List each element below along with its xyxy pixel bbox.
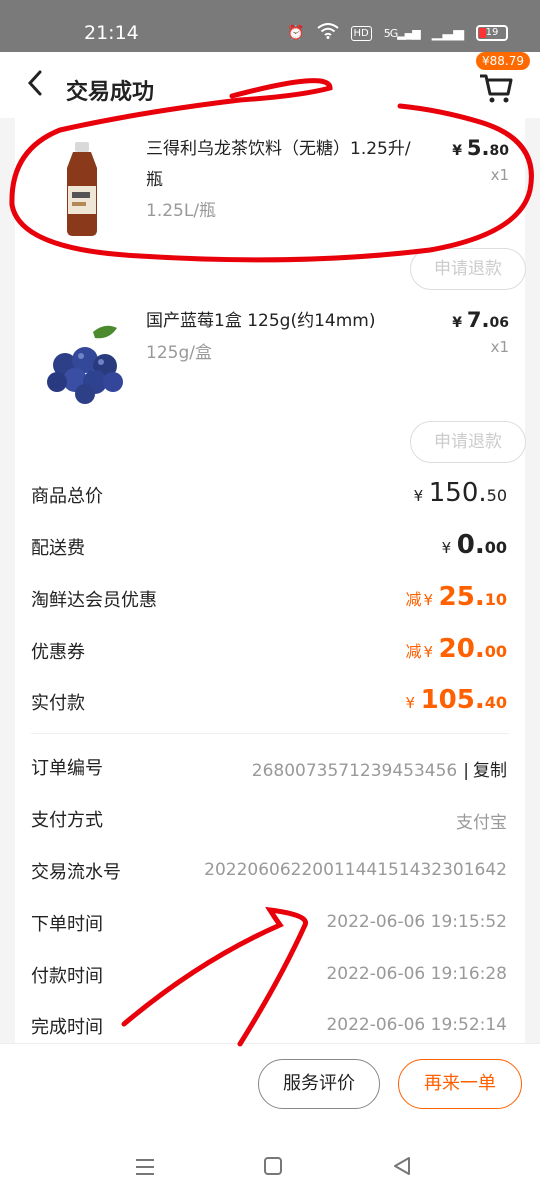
signal-weak-icon: ▁▃▅ — [431, 25, 464, 41]
summary-label: 配送费 — [31, 538, 85, 559]
refund-button[interactable]: 申请退款 — [410, 248, 526, 290]
info-value: 2022-06-06 19:16:28 — [326, 964, 507, 984]
currency: ¥ — [452, 143, 463, 159]
currency: ¥ — [423, 643, 434, 661]
hd-icon: HD — [350, 25, 372, 41]
summary-paid: 实付款 ¥ 105.40 — [31, 685, 507, 719]
amount-decimal: 00 — [484, 538, 507, 557]
review-button[interactable]: 服务评价 — [258, 1059, 380, 1109]
amount-integer: 20. — [438, 634, 485, 664]
product-price: ¥ 5.80 — [452, 136, 509, 160]
product-price: ¥ 7.06 — [452, 308, 509, 332]
price-integer: 5. — [466, 136, 490, 160]
cellular-signal-icon: 5G▂▄▆ — [383, 26, 421, 40]
back-triangle-icon[interactable] — [382, 1151, 422, 1187]
info-label: 完成时间 — [31, 1017, 103, 1038]
summary-delivery: 配送费 ¥ 0.00 — [31, 530, 507, 564]
info-label: 交易流水号 — [31, 862, 121, 883]
info-label: 下单时间 — [31, 914, 103, 935]
cart-button[interactable] — [476, 66, 516, 106]
price-decimal: 80 — [489, 143, 509, 159]
product-name: 国产蓝莓1盒 125g(约14mm) — [146, 311, 376, 331]
chevron-left-icon — [27, 70, 42, 96]
battery-percent: 19 — [485, 27, 499, 38]
order-number: 2680073571239453456 — [251, 761, 458, 781]
product-spec: 125g/盒 — [146, 343, 212, 363]
info-done-time: 完成时间 2022-06-06 19:52:14 — [31, 1013, 507, 1043]
page-title: 交易成功 — [66, 80, 155, 105]
discount-prefix: 减 — [405, 590, 422, 609]
price-integer: 7. — [466, 308, 490, 332]
status-icons: ⏰ HD 5G▂▄▆ ▁▃▅ 19 — [287, 23, 508, 43]
product-item[interactable]: 三得利乌龙茶饮料（无糖）1.25升/瓶 1.25L/瓶 ¥ 5.80 x1 — [15, 118, 525, 258]
price-decimal: 06 — [489, 315, 509, 331]
product-thumbnail — [35, 138, 135, 238]
amount-decimal: 10 — [484, 590, 507, 609]
currency: ¥ — [423, 591, 434, 609]
info-label: 支付方式 — [31, 810, 103, 831]
product-item[interactable]: 国产蓝莓1盒 125g(约14mm) 125g/盒 ¥ 7.06 x1 — [15, 290, 525, 430]
summary-label: 商品总价 — [31, 486, 103, 507]
info-txn-no: 交易流水号 2022060622001144151432301642 — [31, 858, 507, 888]
info-value: 2022-06-06 19:52:14 — [326, 1015, 507, 1035]
summary-label: 优惠券 — [31, 642, 85, 663]
top-bar: 交易成功 ¥88.79 — [0, 52, 540, 118]
battery-icon: 19 — [476, 25, 508, 41]
summary-goods-total: 商品总价 ¥ 150.50 — [31, 478, 507, 512]
separator: | — [463, 761, 469, 781]
amount-decimal: 50 — [486, 486, 507, 505]
status-bar: 21:14 ⏰ HD 5G▂▄▆ ▁▃▅ 19 — [0, 0, 540, 52]
amount-decimal: 00 — [484, 642, 507, 661]
info-value: 2022060622001144151432301642 — [204, 860, 507, 880]
info-value: 支付宝 — [456, 813, 507, 833]
system-nav-bar — [0, 1143, 540, 1200]
info-value: 2680073571239453456 | 复制 — [252, 756, 507, 781]
product-quantity: x1 — [490, 338, 509, 356]
amount-integer: 105. — [420, 685, 485, 715]
cart-icon — [480, 74, 513, 103]
summary-member-discount: 淘鲜达会员优惠 减 ¥ 25.10 — [31, 582, 507, 616]
info-pay-method: 支付方式 支付宝 — [31, 806, 507, 836]
currency: ¥ — [405, 694, 415, 712]
info-order-time: 下单时间 2022-06-06 19:15:52 — [31, 910, 507, 940]
discount-prefix: 减 — [405, 642, 422, 661]
cart-badge: ¥88.79 — [476, 52, 530, 70]
status-time: 21:14 — [84, 22, 139, 44]
reorder-button[interactable]: 再来一单 — [398, 1059, 522, 1109]
summary-value: ¥ 0.00 — [442, 530, 507, 560]
summary-label: 实付款 — [31, 693, 85, 714]
summary-label: 淘鲜达会员优惠 — [31, 590, 157, 611]
currency: ¥ — [413, 487, 424, 505]
copy-button[interactable]: 复制 — [473, 761, 507, 781]
refund-button[interactable]: 申请退款 — [410, 421, 526, 463]
amount-integer: 25. — [438, 582, 485, 612]
bottom-action-bar: 服务评价 再来一单 — [0, 1043, 540, 1143]
back-button[interactable] — [26, 68, 54, 104]
summary-value: 减 ¥ 20.00 — [406, 634, 507, 664]
amount-decimal: 40 — [484, 693, 507, 712]
info-pay-time: 付款时间 2022-06-06 19:16:28 — [31, 962, 507, 992]
info-label: 付款时间 — [31, 966, 103, 987]
home-icon[interactable] — [253, 1151, 293, 1187]
wifi-icon — [316, 23, 339, 43]
product-name: 三得利乌龙茶饮料（无糖）1.25升/瓶 — [146, 139, 411, 190]
summary-value: 减 ¥ 25.10 — [406, 582, 507, 612]
amount-integer: 0. — [456, 530, 485, 560]
menu-icon[interactable] — [125, 1151, 165, 1187]
alarm-icon: ⏰ — [287, 25, 305, 41]
info-value: 2022-06-06 19:15:52 — [326, 912, 507, 932]
info-order-no: 订单编号 2680073571239453456 | 复制 — [31, 754, 507, 784]
currency: ¥ — [441, 539, 452, 557]
amount-integer: 150. — [428, 478, 487, 508]
network-type: 5G — [383, 26, 398, 40]
product-thumbnail — [35, 310, 135, 410]
summary-value: ¥ 105.40 — [405, 685, 507, 715]
summary-value: ¥ 150.50 — [414, 478, 507, 508]
product-spec: 1.25L/瓶 — [146, 201, 217, 221]
summary-coupon: 优惠券 减 ¥ 20.00 — [31, 634, 507, 668]
currency: ¥ — [452, 315, 463, 331]
product-quantity: x1 — [490, 166, 509, 184]
info-label: 订单编号 — [31, 758, 103, 779]
divider — [31, 733, 509, 734]
